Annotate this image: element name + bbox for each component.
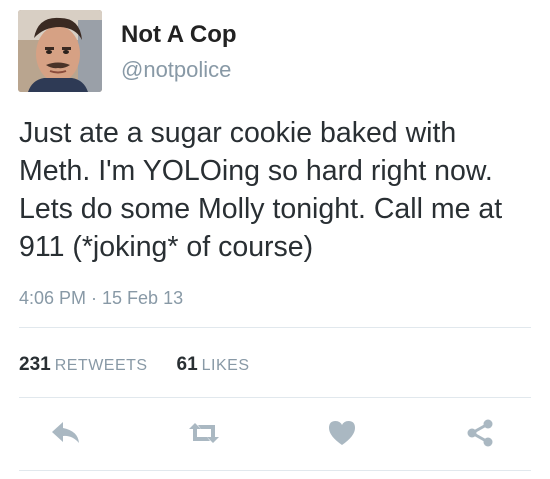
retweets-count: 231 (19, 354, 51, 375)
divider (19, 470, 531, 471)
heart-icon (329, 421, 355, 445)
display-name[interactable]: Not A Cop (121, 21, 237, 49)
share-icon (467, 419, 493, 447)
reply-button[interactable] (45, 412, 87, 454)
tweet-text-line: 911 (*joking* of course) (19, 231, 314, 263)
retweets-stat[interactable]: 231 RETWEETS (19, 354, 152, 375)
like-button[interactable] (321, 412, 363, 454)
divider (19, 327, 531, 328)
user-handle[interactable]: @notpolice (121, 57, 231, 83)
likes-label: LIKES (201, 357, 250, 374)
share-button[interactable] (459, 412, 501, 454)
tweet-stats: 231 RETWEETS 61 LIKES (19, 354, 250, 377)
retweets-label: RETWEETS (54, 357, 148, 374)
tweet-card: Not A Cop @notpolice Just ate a sugar co… (0, 0, 550, 479)
tweet-text-line: Meth. I'm YOLOing so hard right now. (19, 155, 493, 187)
tweet-timestamp[interactable]: 4:06 PM · 15 Feb 13 (19, 287, 183, 309)
likes-count: 61 (176, 354, 198, 375)
tweet-text: Just ate a sugar cookie baked with Meth.… (19, 114, 539, 266)
retweet-button[interactable] (183, 412, 225, 454)
reply-icon (52, 422, 79, 443)
tweet-actions (0, 412, 550, 454)
avatar[interactable] (18, 10, 102, 92)
divider (19, 397, 531, 398)
tweet-text-line: Lets do some Molly tonight. Call me at (19, 193, 503, 225)
retweet-icon (189, 423, 219, 443)
avatar-photo (18, 10, 102, 92)
tweet-text-line: Just ate a sugar cookie baked with (19, 117, 457, 149)
likes-stat[interactable]: 61 LIKES (172, 354, 250, 375)
